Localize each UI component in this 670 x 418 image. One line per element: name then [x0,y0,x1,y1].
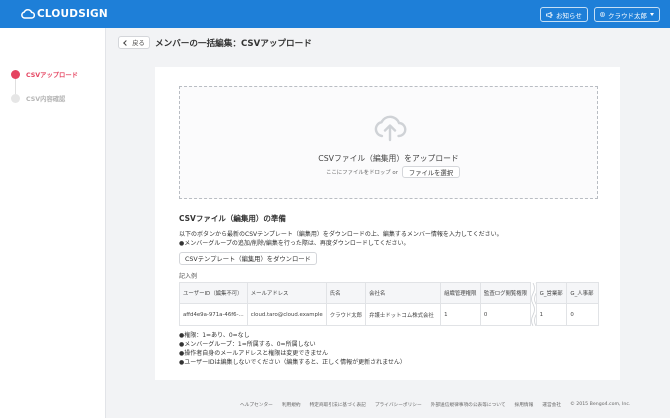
footer: ヘルプセンター 利用規約 特定商取引法に基づく表記 プライバシーポリシー 外部送… [240,402,630,408]
prep-note: ●メンバーグループの追加/削除/編集を行った際は、再度ダウンロードしてください。 [179,240,410,247]
logo-text: CLOUDSIGN [37,8,108,20]
select-file-button[interactable]: ファイルを選択 [401,166,460,178]
cloud-logo-icon [21,9,35,19]
legend-note: ●操作者自身のメールアドレスと権限は変更できません [179,350,329,357]
footer-link-external[interactable]: 外部送信規律事項の公表等について [431,402,506,408]
step-csv-confirm: CSV内容確認 [11,94,65,103]
column-header: ユーザーID（編集不可） [179,282,248,304]
column-header: G_人事部 [566,282,599,304]
column-header: 氏名 [325,282,367,304]
prep-description: 以下のボタンから最新のCSVテンプレート（編集用）をダウンロードの上、編集するメ… [179,231,503,238]
notice-label: お知らせ [556,11,582,20]
step-label: CSVアップロード [26,72,78,79]
cloud-upload-icon [374,115,407,142]
megaphone-icon [546,11,553,18]
table-row: affd4e9a-971a-46f6-... cloud.taro@cloud.… [179,303,599,326]
back-button[interactable]: 戻る [118,36,150,49]
legend-note: ●メンバーグループ：1=所属する、0=所属しない [179,341,316,348]
page-title: メンバーの一括編集：CSVアップロード [155,39,312,49]
footer-link-privacy[interactable]: プライバシーポリシー [375,402,422,408]
example-table: ユーザーID（編集不可） メールアドレス 氏名 会社名 組織管理権限 監査ログ閲… [179,282,599,326]
step-inactive-dot-icon [11,94,20,103]
table-cell: 1 [535,303,568,326]
top-header: CLOUDSIGN お知らせ クラウド太郎 [0,0,670,28]
step-sidebar: CSVアップロード CSV内容確認 [0,28,106,418]
chevron-down-icon [650,13,654,16]
table-header-row: ユーザーID（編集不可） メールアドレス 氏名 会社名 組織管理権限 監査ログ閲… [179,282,599,304]
table-cell: クラウド太郎 [325,303,367,326]
legend-note: ●ユーザーIDは編集しないでください（編集すると、正しく情報が更新されません） [179,359,406,366]
drop-hint: ここにファイルをドロップ or [326,170,398,176]
footer-link-terms[interactable]: 利用規約 [282,402,301,408]
main-panel: CSVファイル（編集用）をアップロード ここにファイルをドロップ or ファイル… [155,67,620,380]
legend-note: ●権限：1=あり、0=なし [179,332,250,339]
column-header: 会社名 [365,282,442,304]
table-cell: cloud.taro@cloud.example [246,303,327,326]
table-cell: affd4e9a-971a-46f6-... [179,303,248,326]
notice-button[interactable]: お知らせ [540,7,588,22]
footer-link-commerce[interactable]: 特定商取引法に基づく表記 [310,402,366,408]
table-cell: 0 [479,303,532,326]
footer-link-careers[interactable]: 採用情報 [515,402,534,408]
csv-dropzone[interactable]: CSVファイル（編集用）をアップロード ここにファイルをドロップ or ファイル… [179,86,598,199]
drop-row: ここにファイルをドロップ or ファイルを選択 [326,166,460,178]
upload-title: CSVファイル（編集用）をアップロード [318,154,459,163]
column-header: 監査ログ閲覧権限 [479,282,532,304]
user-menu-button[interactable]: クラウド太郎 [594,7,660,22]
column-break-mark [531,303,536,326]
prep-section-title: CSVファイル（編集用）の準備 [179,214,286,223]
footer-link-company[interactable]: 運営会社 [542,402,561,408]
column-break-mark [531,282,536,304]
column-break [530,303,537,326]
column-header: G_営業部 [535,282,568,304]
step-label: CSV内容確認 [26,96,66,103]
example-label: 記入例 [179,273,198,280]
user-circle-icon [600,12,605,17]
table-cell: 1 [440,303,481,326]
footer-link-help[interactable]: ヘルプセンター [240,402,273,408]
column-break [530,282,537,304]
step-csv-upload: CSVアップロード [11,70,78,79]
copyright: © 2015 Bengo4.com, Inc. [570,402,631,407]
user-name: クラウド太郎 [608,11,647,20]
download-template-button[interactable]: CSVテンプレート（編集用）をダウンロード [179,252,317,265]
cloudsign-logo[interactable]: CLOUDSIGN [21,8,108,20]
column-header: メールアドレス [246,282,327,304]
step-active-dot-icon [11,70,20,79]
column-header: 組織管理権限 [440,282,481,304]
back-label: 戻る [132,40,145,47]
table-cell: 0 [566,303,599,326]
table-cell: 弁護士ドットコム株式会社 [365,303,442,326]
chevron-left-icon [123,39,130,46]
